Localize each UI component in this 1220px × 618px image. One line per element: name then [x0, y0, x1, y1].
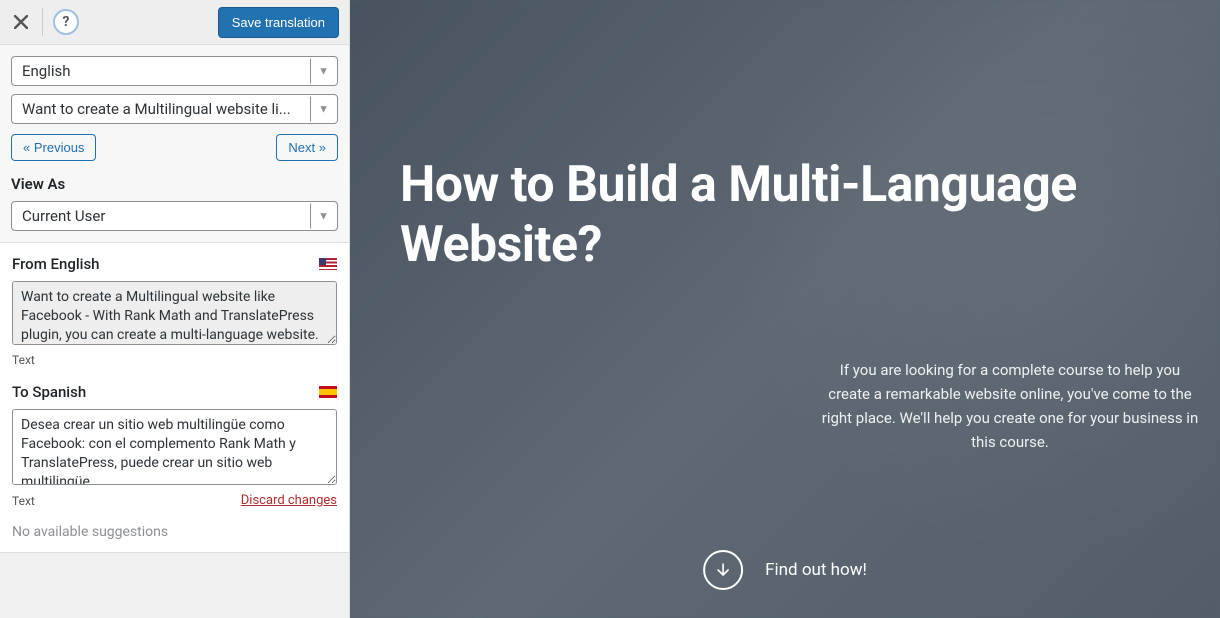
hero-description: If you are looking for a complete course… — [820, 358, 1200, 454]
to-type-label: Text — [12, 494, 35, 508]
language-select-value: English — [22, 62, 71, 80]
cta-link[interactable]: Find out how! — [703, 550, 867, 590]
no-suggestions-text: No available suggestions — [12, 524, 337, 540]
to-lang-title: To Spanish — [12, 383, 86, 401]
chevron-down-icon: ▼ — [310, 210, 329, 223]
question-icon: ? — [63, 14, 70, 30]
close-icon — [14, 15, 28, 29]
save-translation-button[interactable]: Save translation — [218, 7, 339, 38]
topbar-divider — [42, 8, 43, 36]
nav-row: « Previous Next » — [11, 134, 338, 161]
to-lang-header: To Spanish — [12, 383, 337, 401]
es-flag-icon — [319, 386, 337, 398]
view-as-select[interactable]: Current User ▼ — [11, 201, 338, 231]
help-button[interactable]: ? — [53, 9, 79, 35]
translation-block: From English Text To Spanish Text Discar… — [0, 243, 349, 552]
discard-changes-link[interactable]: Discard changes — [241, 493, 337, 508]
sidebar-footer-gap — [0, 552, 349, 618]
previous-button[interactable]: « Previous — [11, 134, 96, 161]
from-lang-title: From English — [12, 255, 100, 273]
source-text — [12, 281, 337, 345]
page-preview: How to Build a Multi-Language Website? I… — [350, 0, 1220, 618]
chevron-down-icon: ▼ — [310, 103, 329, 116]
string-select[interactable]: Want to create a Multilingual website li… — [11, 94, 338, 124]
arrow-down-circle-icon — [703, 550, 743, 590]
arrow-down-icon — [715, 562, 731, 578]
from-type-label: Text — [12, 353, 35, 367]
view-as-label: View As — [11, 175, 338, 193]
target-text[interactable] — [12, 409, 337, 485]
sidebar-controls: English ▼ Want to create a Multilingual … — [0, 45, 349, 243]
hero-title: How to Build a Multi-Language Website? — [400, 155, 1120, 275]
from-lang-header: From English — [12, 255, 337, 273]
preview-content: How to Build a Multi-Language Website? I… — [350, 0, 1220, 618]
close-button[interactable] — [10, 11, 32, 33]
chevron-down-icon: ▼ — [310, 65, 329, 78]
cta-text: Find out how! — [765, 560, 867, 580]
view-as-value: Current User — [22, 207, 105, 225]
us-flag-icon — [319, 258, 337, 270]
language-select[interactable]: English ▼ — [11, 56, 338, 86]
next-button[interactable]: Next » — [276, 134, 338, 161]
sidebar-topbar: ? Save translation — [0, 0, 349, 45]
translation-sidebar: ? Save translation English ▼ Want to cre… — [0, 0, 350, 618]
string-select-value: Want to create a Multilingual website li… — [22, 100, 291, 118]
